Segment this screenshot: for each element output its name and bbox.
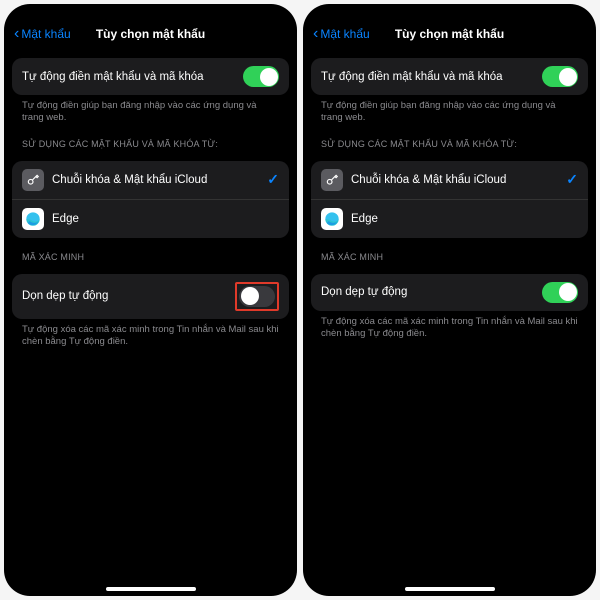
verification-group: Dọn dẹp tự động xyxy=(311,274,588,311)
back-button[interactable]: ‹ Mật khẩu xyxy=(14,26,71,42)
autofill-toggle[interactable] xyxy=(243,66,279,87)
autofill-group: Tự động điền mật khẩu và mã khóa xyxy=(12,58,289,95)
source-icloud-label: Chuỗi khóa & Mật khẩu iCloud xyxy=(351,174,558,186)
back-label: Mật khẩu xyxy=(21,27,70,41)
verification-header: MÃ XÁC MINH xyxy=(311,238,588,266)
source-edge-label: Edge xyxy=(52,213,279,225)
cleanup-label: Dọn dẹp tự động xyxy=(22,290,227,302)
phone-left: ‹ Mật khẩu Tùy chọn mật khẩu Tự động điề… xyxy=(4,4,297,596)
edge-icon xyxy=(22,208,44,230)
sources-group: Chuỗi khóa & Mật khẩu iCloud ✓ Edge xyxy=(311,161,588,238)
verification-header: MÃ XÁC MINH xyxy=(12,238,289,266)
cleanup-toggle[interactable] xyxy=(542,282,578,303)
check-icon: ✓ xyxy=(566,171,578,188)
autofill-row[interactable]: Tự động điền mật khẩu và mã khóa xyxy=(12,58,289,95)
home-indicator xyxy=(106,587,196,591)
autofill-toggle[interactable] xyxy=(542,66,578,87)
key-icon xyxy=(321,169,343,191)
highlight-box xyxy=(235,282,279,311)
cleanup-label: Dọn dẹp tự động xyxy=(321,286,534,298)
autofill-footer: Tự động điền giúp bạn đăng nhập vào các … xyxy=(12,95,289,125)
edge-icon xyxy=(321,208,343,230)
chevron-left-icon: ‹ xyxy=(14,26,19,42)
autofill-row[interactable]: Tự động điền mật khẩu và mã khóa xyxy=(311,58,588,95)
source-icloud-row[interactable]: Chuỗi khóa & Mật khẩu iCloud ✓ xyxy=(311,161,588,199)
check-icon: ✓ xyxy=(267,171,279,188)
autofill-label: Tự động điền mật khẩu và mã khóa xyxy=(321,71,534,83)
autofill-group: Tự động điền mật khẩu và mã khóa xyxy=(311,58,588,95)
autofill-footer: Tự động điền giúp bạn đăng nhập vào các … xyxy=(311,95,588,125)
cleanup-toggle[interactable] xyxy=(239,286,275,307)
verification-group: Dọn dẹp tự động xyxy=(12,274,289,319)
source-edge-label: Edge xyxy=(351,213,578,225)
sources-header: SỬ DỤNG CÁC MẬT KHẨU VÀ MÃ KHÓA TỪ: xyxy=(311,125,588,153)
verification-footer: Tự động xóa các mã xác minh trong Tin nh… xyxy=(12,319,289,349)
back-label: Mật khẩu xyxy=(320,27,369,41)
sources-header: SỬ DỤNG CÁC MẬT KHẨU VÀ MÃ KHÓA TỪ: xyxy=(12,125,289,153)
notch xyxy=(405,4,495,18)
key-icon xyxy=(22,169,44,191)
cleanup-row[interactable]: Dọn dẹp tự động xyxy=(12,274,289,319)
back-button[interactable]: ‹ Mật khẩu xyxy=(313,26,370,42)
source-icloud-row[interactable]: Chuỗi khóa & Mật khẩu iCloud ✓ xyxy=(12,161,289,199)
autofill-label: Tự động điền mật khẩu và mã khóa xyxy=(22,71,235,83)
source-icloud-label: Chuỗi khóa & Mật khẩu iCloud xyxy=(52,174,259,186)
verification-footer: Tự động xóa các mã xác minh trong Tin nh… xyxy=(311,311,588,341)
chevron-left-icon: ‹ xyxy=(313,26,318,42)
source-edge-row[interactable]: Edge xyxy=(311,199,588,238)
source-edge-row[interactable]: Edge xyxy=(12,199,289,238)
home-indicator xyxy=(405,587,495,591)
cleanup-row[interactable]: Dọn dẹp tự động xyxy=(311,274,588,311)
notch xyxy=(106,4,196,18)
sources-group: Chuỗi khóa & Mật khẩu iCloud ✓ Edge xyxy=(12,161,289,238)
phone-right: ‹ Mật khẩu Tùy chọn mật khẩu Tự động điề… xyxy=(303,4,596,596)
